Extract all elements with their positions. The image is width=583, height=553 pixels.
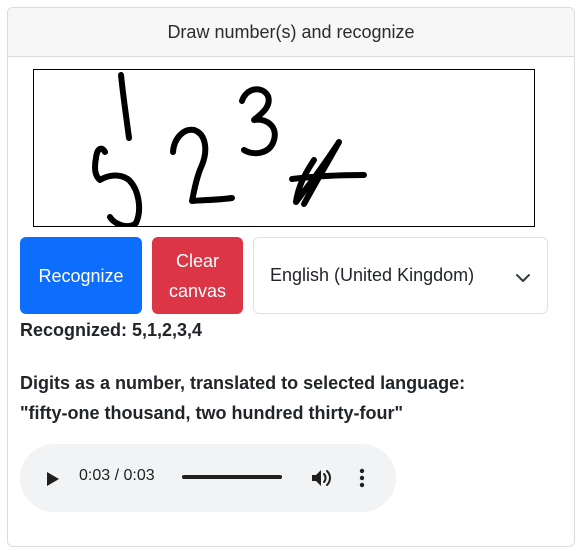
play-icon[interactable] bbox=[46, 471, 60, 492]
stroke-digit-1 bbox=[118, 72, 132, 141]
card-header: Draw number(s) and recognize bbox=[8, 8, 574, 57]
stroke-digit-3 bbox=[239, 86, 278, 157]
drawing-canvas[interactable] bbox=[33, 69, 535, 227]
language-select-value: English (United Kingdom) bbox=[270, 265, 475, 285]
language-select[interactable]: English (United Kingdom) bbox=[253, 237, 548, 314]
volume-icon[interactable] bbox=[311, 468, 333, 493]
recognize-button[interactable]: Recognize bbox=[20, 237, 142, 314]
chevron-down-icon bbox=[515, 268, 531, 289]
clear-button-label-line1: Clear bbox=[175, 250, 219, 271]
handwriting-strokes bbox=[92, 72, 367, 226]
audio-progress-fill bbox=[182, 475, 282, 479]
stroke-digit-4 bbox=[289, 139, 367, 207]
audio-progress-bar[interactable] bbox=[182, 475, 282, 479]
clear-button-label-line2: canvas bbox=[168, 280, 227, 301]
stroke-digit-2 bbox=[170, 126, 235, 204]
stroke-digit-5 bbox=[92, 145, 143, 226]
translated-text: "fifty-one thousand, two hundred thirty-… bbox=[20, 403, 404, 423]
clear-canvas-button[interactable]: Clear canvas bbox=[152, 237, 243, 314]
page-title: Draw number(s) and recognize bbox=[167, 21, 415, 42]
recognized-result: Recognized: 5,1,2,3,4 bbox=[20, 320, 203, 340]
more-vertical-icon[interactable] bbox=[358, 468, 366, 493]
audio-player: 0:03 / 0:03 bbox=[20, 444, 396, 512]
translated-label: Digits as a number, translated to select… bbox=[20, 373, 466, 393]
audio-time: 0:03 / 0:03 bbox=[79, 467, 155, 484]
recognize-button-label: Recognize bbox=[38, 265, 124, 286]
translated-result: Digits as a number, translated to select… bbox=[20, 368, 540, 428]
